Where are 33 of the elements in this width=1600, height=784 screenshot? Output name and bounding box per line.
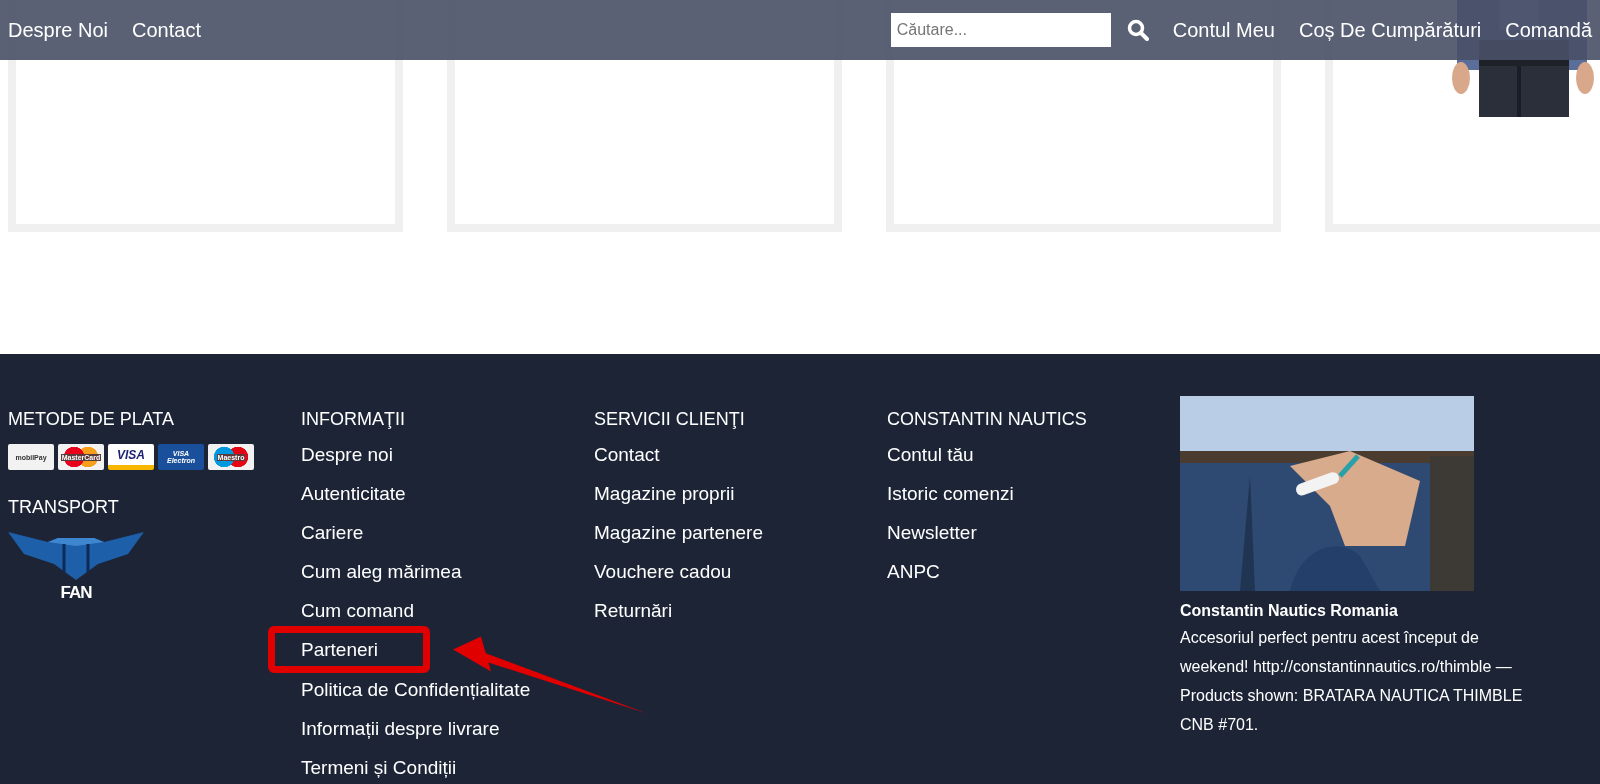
post-text: Accesoriul perfect pentru acest început de weekend! http://constantinnautics.ro/thimble — Products shown: BRATARA NAUTICA THIMBLE CNB #701. xyxy=(1180,628,1524,735)
footer-link[interactable]: Informații despre livrare xyxy=(301,718,594,739)
footer-link[interactable]: Vouchere cadou xyxy=(594,561,887,582)
footer-link[interactable]: Parteneri xyxy=(271,629,427,670)
footer-link[interactable]: Istoric comenzi xyxy=(887,483,1180,504)
footer-heading: TRANSPORT xyxy=(8,496,120,519)
footer-link[interactable]: Cum aleg mărimea xyxy=(301,561,594,582)
footer-link[interactable]: Magazine proprii xyxy=(594,483,887,504)
footer-link[interactable]: Cariere xyxy=(301,522,594,543)
nav-link[interactable]: Despre Noi xyxy=(8,15,109,45)
nav-link[interactable]: Coș De Cumpărături xyxy=(1299,15,1482,45)
post-title: Constantin Nautics Romania xyxy=(1180,601,1399,621)
footer-link[interactable]: Newsletter xyxy=(887,522,1180,543)
footer-heading: CONSTANTIN NAUTICS xyxy=(887,408,1088,431)
footer-link[interactable]: Magazine partenere xyxy=(594,522,887,543)
footer-link[interactable]: Cum comand xyxy=(301,600,594,621)
nav-link[interactable]: Comandă xyxy=(1505,15,1592,45)
footer-link[interactable]: Returnări xyxy=(594,600,887,621)
footer-link[interactable]: Politica de Confidențialitate xyxy=(301,679,594,700)
footer-link[interactable]: Contul tău xyxy=(887,444,1180,465)
nav-link[interactable]: Contul Meu xyxy=(1172,15,1275,45)
footer-link[interactable]: Despre noi xyxy=(301,444,594,465)
footer-heading: METODE DE PLATA xyxy=(8,408,176,431)
payment-logo: VISA xyxy=(108,444,154,470)
footer-heading: INFORMAŢII xyxy=(301,408,406,431)
footer-link[interactable]: Contact xyxy=(594,444,887,465)
footer-link[interactable]: Termeni și Condiții xyxy=(301,757,594,778)
footer-link[interactable]: Autenticitate xyxy=(301,483,594,504)
search-icon[interactable] xyxy=(1126,19,1149,41)
footer-heading: SERVICII CLIENŢI xyxy=(594,408,746,431)
footer-link[interactable]: ANPC xyxy=(887,561,1180,582)
search-field[interactable]: Căutare... xyxy=(890,13,1111,47)
nav-link[interactable]: Contact xyxy=(132,15,201,45)
